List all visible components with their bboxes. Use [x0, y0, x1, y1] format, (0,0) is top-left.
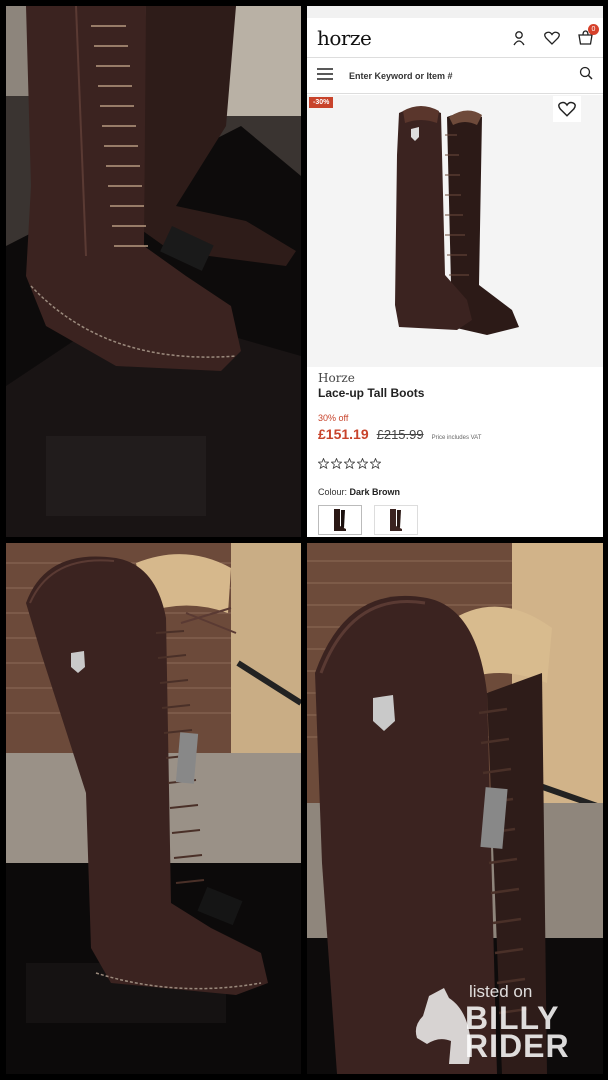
discount-tag: -30% — [309, 97, 334, 108]
rating-stars[interactable] — [318, 458, 381, 469]
original-price: £215.99 — [376, 427, 424, 442]
watermark-rider: RIDER — [465, 1028, 570, 1064]
boot-side-photo — [6, 543, 301, 1074]
shop-page: horze 0 Enter Keyword or Item # -30% Hor… — [307, 6, 603, 537]
star-icon — [357, 458, 368, 469]
product-image[interactable] — [307, 95, 603, 367]
colour-value: Dark Brown — [349, 487, 401, 497]
cart-count-badge: 0 — [588, 24, 599, 35]
header-icons: 0 — [512, 24, 599, 46]
star-icon — [370, 458, 381, 469]
watermark: listed on BILLY RIDER — [369, 980, 599, 1064]
colour-label: Colour: — [318, 487, 348, 497]
product-brand[interactable]: Horze — [318, 371, 355, 385]
watermark-listed-on: listed on — [469, 982, 533, 1001]
user-icon[interactable] — [512, 30, 526, 46]
heart-icon — [558, 101, 576, 117]
search-icon[interactable] — [579, 66, 593, 85]
star-icon — [318, 458, 329, 469]
menu-icon[interactable] — [317, 67, 333, 85]
sale-price: £151.19 — [318, 426, 369, 442]
product-name: Lace-up Tall Boots — [318, 386, 425, 400]
browser-strip — [307, 6, 603, 18]
discount-percent: 30% off — [318, 413, 349, 423]
site-header: horze 0 — [307, 18, 603, 58]
vat-note: Price includes VAT — [431, 435, 482, 441]
search-input[interactable]: Enter Keyword or Item # — [349, 71, 453, 81]
colour-swatches — [318, 505, 418, 535]
colour-row: Colour: Dark Brown — [318, 487, 400, 497]
cart-button[interactable]: 0 — [578, 24, 599, 45]
boots-front-photo — [6, 6, 301, 537]
star-icon — [331, 458, 342, 469]
photo-boot-closeup: listed on BILLY RIDER — [307, 543, 603, 1074]
site-logo[interactable]: horze — [317, 26, 372, 50]
photo-boots-front — [6, 6, 301, 537]
product-boot-image — [307, 95, 603, 367]
photo-boot-side — [6, 543, 301, 1074]
wishlist-button[interactable] — [553, 96, 581, 122]
search-bar: Enter Keyword or Item # — [307, 58, 603, 94]
heart-icon[interactable] — [544, 31, 560, 45]
star-icon — [344, 458, 355, 469]
swatch-brown[interactable] — [374, 505, 418, 535]
price-row: £151.19 £215.99 Price includes VAT — [318, 426, 481, 442]
swatch-dark-brown[interactable] — [318, 505, 362, 535]
product-page-screenshot: horze 0 Enter Keyword or Item # -30% Hor… — [307, 6, 603, 537]
